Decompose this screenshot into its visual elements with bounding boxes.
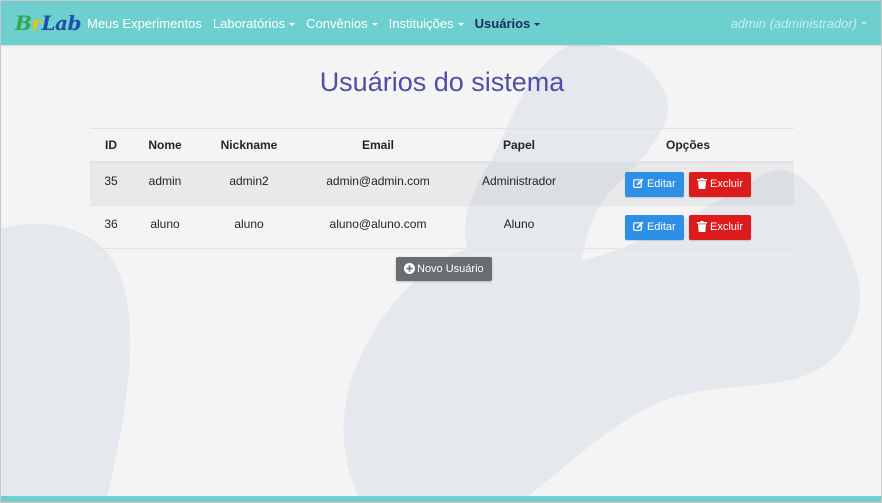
brand-part-3: Lab	[41, 11, 81, 35]
caret-down-icon	[534, 22, 541, 26]
nav-item-label: Instituições	[388, 15, 454, 31]
cell-opcoes: Editar Excluir	[582, 162, 794, 206]
nav-item-laboratorios[interactable]: Laboratórios	[212, 15, 296, 31]
edit-button[interactable]: Editar	[624, 214, 684, 240]
header-nome: Nome	[132, 128, 198, 163]
cell-nickname: admin2	[198, 162, 300, 206]
new-user-button[interactable]: Novo Usuário	[396, 257, 492, 281]
cell-opcoes: Editar Excluir	[582, 205, 794, 249]
cell-nome: admin	[132, 162, 198, 206]
footer-bar	[1, 496, 881, 502]
user-menu-label: admin (administrador)	[730, 15, 857, 31]
header-email: Email	[300, 128, 456, 163]
table-row: 36 aluno aluno aluno@aluno.com Aluno Edi…	[90, 205, 794, 249]
edit-icon	[633, 178, 644, 188]
cell-nickname: aluno	[198, 205, 300, 249]
cell-email: admin@admin.com	[300, 162, 456, 206]
users-table: ID Nome Nickname Email Papel Opções 35 a…	[90, 128, 794, 249]
main-nav: Meus Experimentos Laboratórios Convênios…	[87, 1, 551, 45]
caret-down-icon	[861, 21, 867, 25]
header-nickname: Nickname	[198, 128, 300, 163]
brand-logo[interactable]: BrLab	[15, 10, 81, 36]
cell-id: 36	[90, 205, 132, 249]
nav-item-label: Meus Experimentos	[87, 15, 202, 31]
caret-down-icon	[457, 22, 464, 26]
edit-button[interactable]: Editar	[624, 171, 684, 197]
delete-button[interactable]: Excluir	[689, 214, 752, 240]
trash-icon	[697, 177, 708, 189]
edit-button-label: Editar	[646, 220, 676, 233]
nav-item-instituicoes[interactable]: Instituições	[389, 16, 464, 31]
nav-item-usuarios[interactable]: Usuários	[475, 16, 541, 31]
app-window: BrLab Meus Experimentos Laboratórios Con…	[0, 0, 882, 503]
edit-icon	[633, 221, 644, 231]
cell-nome: aluno	[132, 205, 198, 249]
new-user-button-label: Novo Usuário	[417, 263, 484, 275]
nav-item-meus-experimentos[interactable]: Meus Experimentos	[87, 16, 202, 31]
nav-item-label: Convênios	[306, 15, 368, 31]
header-opcoes: Opções	[582, 128, 794, 163]
user-menu[interactable]: admin (administrador)	[731, 1, 867, 45]
cell-email: aluno@aluno.com	[300, 205, 456, 249]
trash-icon	[697, 220, 708, 232]
table-header-row: ID Nome Nickname Email Papel Opções	[90, 128, 794, 163]
top-navbar: BrLab Meus Experimentos Laboratórios Con…	[1, 1, 881, 45]
nav-item-label: Laboratórios	[212, 15, 286, 31]
nav-item-label: Usuários	[474, 15, 531, 31]
cell-id: 35	[90, 162, 132, 206]
delete-button-label: Excluir	[710, 220, 744, 233]
cell-papel: Administrador	[456, 162, 582, 206]
cell-papel: Aluno	[456, 205, 582, 249]
edit-button-label: Editar	[646, 177, 676, 190]
delete-button-label: Excluir	[710, 177, 744, 190]
table-row: 35 admin admin2 admin@admin.com Administ…	[90, 162, 794, 206]
brand-part-1: B	[15, 11, 32, 35]
header-papel: Papel	[456, 128, 582, 163]
caret-down-icon	[289, 22, 296, 26]
plus-circle-icon	[404, 263, 415, 274]
nav-item-convenios[interactable]: Convênios	[306, 15, 378, 31]
delete-button[interactable]: Excluir	[689, 171, 752, 197]
header-id: ID	[90, 128, 132, 163]
caret-down-icon	[371, 22, 378, 26]
page-title: Usuários do sistema	[319, 67, 565, 97]
brand-part-2: r	[31, 11, 42, 35]
